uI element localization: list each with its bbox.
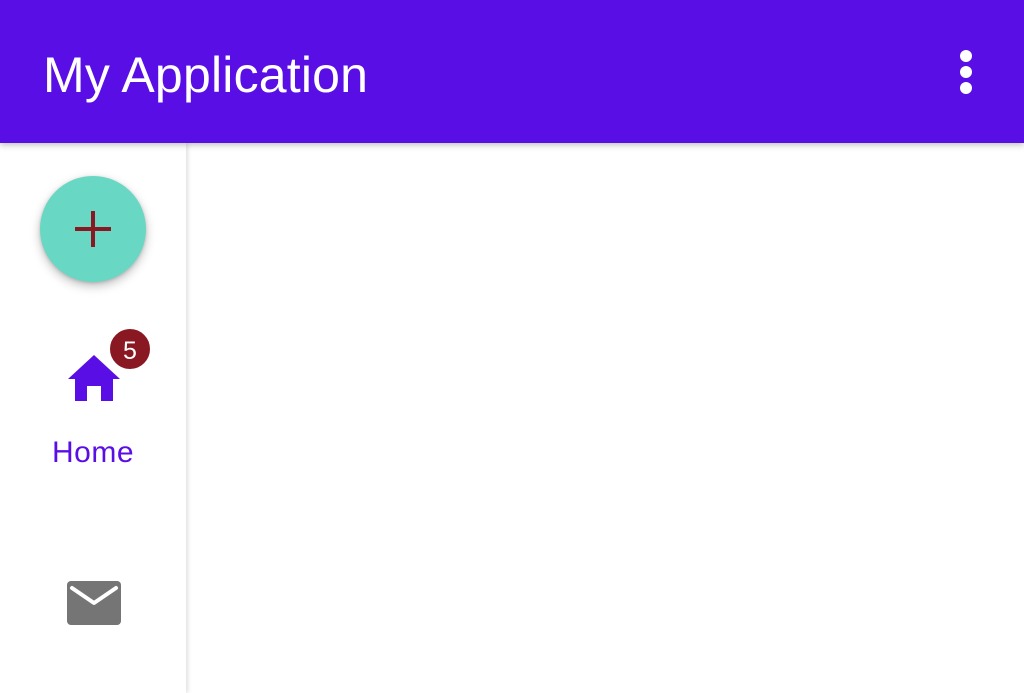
add-icon — [75, 211, 111, 247]
notification-badge: 5 — [108, 327, 152, 371]
overflow-menu-button[interactable] — [940, 42, 992, 102]
top-app-bar: My Application — [0, 0, 1024, 143]
more-vert-icon — [960, 50, 972, 94]
app-window: My Application 5 Home — [0, 0, 1024, 693]
mail-icon — [67, 581, 121, 625]
rail-item-mail[interactable] — [0, 563, 186, 653]
rail-item-label-home: Home — [51, 436, 135, 469]
add-fab-button[interactable] — [40, 176, 146, 282]
rail-item-home[interactable]: 5 Home — [0, 323, 186, 473]
app-title: My Application — [43, 47, 369, 103]
main-content — [186, 143, 1024, 693]
navigation-rail: 5 Home — [0, 143, 186, 693]
